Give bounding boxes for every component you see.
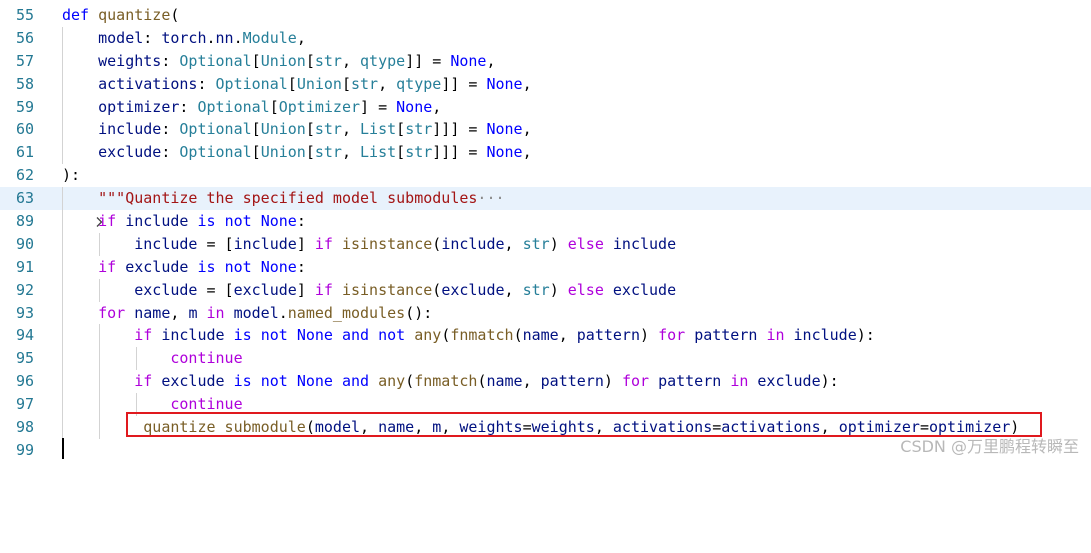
code-text: _quantize_submodule(model, name, m, weig… — [134, 418, 1020, 437]
code-line-folded[interactable]: 63 """Quantize the specified model submo… — [0, 187, 1091, 227]
line-number: 61 — [15, 143, 34, 162]
code-line[interactable]: 62 ): — [0, 164, 1091, 187]
code-text: if include is not None: — [98, 212, 306, 231]
code-line[interactable]: 90 include = [include] if isinstance(inc… — [0, 232, 1091, 256]
line-number: 60 — [15, 120, 34, 139]
code-text: continue — [170, 395, 243, 414]
text-cursor — [62, 438, 64, 459]
line-number: 94 — [15, 326, 34, 345]
code-line[interactable]: 89 if include is not None: — [0, 210, 1091, 233]
code-line[interactable]: 59 optimizer: Optional[Optimizer] = None… — [0, 95, 1091, 119]
line-number: 56 — [15, 28, 34, 47]
line-number: 96 — [15, 372, 34, 391]
line-number: 95 — [15, 349, 34, 368]
code-line[interactable]: 57 weights: Optional[Union[str, qtype]] … — [0, 49, 1091, 73]
code-text: def quantize( — [62, 6, 180, 24]
line-number: 59 — [15, 97, 34, 116]
line-number: 97 — [15, 395, 34, 414]
line-number: 58 — [15, 74, 34, 93]
line-number: 57 — [15, 51, 34, 70]
line-number: 99 — [15, 440, 34, 459]
code-line[interactable]: 96 if exclude is not None and any(fnmatc… — [0, 370, 1091, 394]
code-text: if exclude is not None: — [98, 257, 306, 276]
code-text: ): — [62, 166, 81, 185]
code-editor[interactable]: 55 def quantize( 56 model: torch.nn.Modu… — [0, 4, 1091, 462]
line-number: 89 — [15, 212, 34, 231]
code-text: if include is not None and not any(fnmat… — [134, 326, 875, 345]
line-number: 62 — [15, 166, 34, 185]
line-number: 55 — [15, 6, 34, 24]
code-text: optimizer: Optional[Optimizer] = None, — [98, 97, 442, 116]
code-line[interactable]: 95 continue — [0, 347, 1091, 371]
code-line[interactable]: 56 model: torch.nn.Module, — [0, 26, 1091, 50]
watermark: CSDN @万里鹏程转瞬至 — [900, 437, 1079, 456]
code-text: exclude = [exclude] if isinstance(exclud… — [134, 280, 677, 299]
code-text: activations: Optional[Union[str, qtype]]… — [98, 74, 532, 93]
code-line[interactable]: 97 continue — [0, 393, 1091, 417]
code-text: model: torch.nn.Module, — [98, 28, 306, 47]
code-text: weights: Optional[Union[str, qtype]] = N… — [98, 51, 496, 70]
code-line[interactable]: 93 for name, m in model.named_modules(): — [0, 301, 1091, 325]
code-line[interactable]: 61 exclude: Optional[Union[str, List[str… — [0, 141, 1091, 165]
code-line[interactable]: 91 if exclude is not None: — [0, 255, 1091, 279]
code-text: continue — [170, 349, 243, 368]
line-number: 92 — [15, 280, 34, 299]
code-line[interactable]: 92 exclude = [exclude] if isinstance(exc… — [0, 278, 1091, 302]
code-text: for name, m in model.named_modules(): — [98, 303, 433, 322]
line-number: 63 — [15, 189, 34, 208]
code-text: include: Optional[Union[str, List[str]]]… — [98, 120, 532, 139]
line-number: 98 — [15, 418, 34, 437]
code-text: include = [include] if isinstance(includ… — [134, 234, 677, 253]
code-text: """Quantize the specified model submodul… — [98, 189, 505, 208]
line-number: 90 — [15, 234, 34, 253]
code-line[interactable]: 58 activations: Optional[Union[str, qtyp… — [0, 72, 1091, 96]
line-number: 93 — [15, 303, 34, 322]
code-text: exclude: Optional[Union[str, List[str]]]… — [98, 143, 532, 162]
code-line[interactable]: 60 include: Optional[Union[str, List[str… — [0, 118, 1091, 142]
line-number: 91 — [15, 257, 34, 276]
code-text: if exclude is not None and any(fnmatch(n… — [134, 372, 839, 391]
code-line[interactable]: 94 if include is not None and not any(fn… — [0, 324, 1091, 348]
code-line[interactable]: 55 def quantize( — [0, 4, 1091, 27]
